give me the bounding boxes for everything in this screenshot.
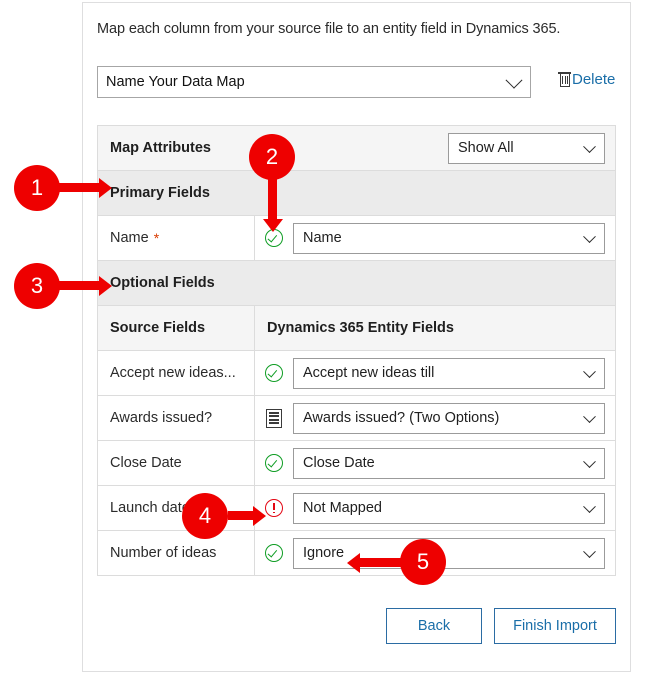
table-row: Close Date Close Date bbox=[98, 441, 615, 486]
data-map-name-row: Name Your Data Map Delete bbox=[97, 66, 619, 98]
callout-2: 2 bbox=[249, 134, 295, 180]
callout-3: 3 bbox=[14, 263, 60, 309]
chevron-down-icon bbox=[583, 455, 596, 469]
chevron-down-icon bbox=[583, 545, 596, 559]
delete-map-link[interactable]: Delete bbox=[558, 71, 615, 88]
chevron-down-icon bbox=[583, 140, 596, 154]
column-header-row: Source Fields Dynamics 365 Entity Fields bbox=[98, 306, 615, 351]
mapping-cell: Not Mapped bbox=[293, 492, 615, 524]
source-field-label: Close Date bbox=[98, 441, 255, 485]
field-mapping-table: Map Attributes Show All Primary Fields N… bbox=[97, 125, 616, 576]
chevron-down-icon bbox=[583, 230, 596, 244]
option-set-list-icon bbox=[266, 408, 282, 428]
entity-field-dropdown[interactable]: Name bbox=[293, 222, 605, 254]
entity-field-value: Accept new ideas till bbox=[303, 365, 435, 381]
entity-field-dropdown[interactable]: Accept new ideas till bbox=[293, 357, 605, 389]
mapping-cell: Name bbox=[293, 222, 615, 254]
entity-field-value: Not Mapped bbox=[303, 500, 382, 516]
status-ok-icon bbox=[265, 544, 283, 562]
dialog-footer: Back Finish Import bbox=[83, 608, 632, 644]
finish-import-button[interactable]: Finish Import bbox=[494, 608, 616, 644]
table-row: Launch date Not Mapped bbox=[98, 486, 615, 531]
show-all-value: Show All bbox=[458, 140, 514, 156]
entity-field-dropdown[interactable]: Close Date bbox=[293, 447, 605, 479]
status-cell bbox=[255, 364, 293, 382]
table-row: Accept new ideas... Accept new ideas til… bbox=[98, 351, 615, 396]
column-header-target: Dynamics 365 Entity Fields bbox=[267, 320, 454, 336]
section-primary-fields: Primary Fields bbox=[98, 171, 615, 216]
entity-field-value: Close Date bbox=[303, 455, 375, 471]
table-row: Name * Name bbox=[98, 216, 615, 261]
source-field-name: Name * bbox=[98, 216, 255, 260]
table-row: Awards issued? Awards issued? (Two Optio… bbox=[98, 396, 615, 441]
chevron-down-icon bbox=[583, 365, 596, 379]
source-field-label: Accept new ideas... bbox=[98, 351, 255, 395]
column-header-source: Source Fields bbox=[98, 306, 255, 350]
source-field-label: Awards issued? bbox=[98, 396, 255, 440]
entity-field-dropdown[interactable]: Ignore bbox=[293, 537, 605, 569]
status-error-icon bbox=[265, 499, 283, 517]
entity-field-dropdown[interactable]: Awards issued? (Two Options) bbox=[293, 402, 605, 434]
callout-5-arrow bbox=[347, 552, 406, 573]
status-ok-icon bbox=[265, 364, 283, 382]
entity-field-value: Ignore bbox=[303, 545, 345, 561]
mapping-cell: Close Date bbox=[293, 447, 615, 479]
chevron-down-icon bbox=[583, 410, 596, 424]
entity-field-value: Name bbox=[303, 230, 342, 246]
chevron-down-icon bbox=[583, 500, 596, 514]
back-button[interactable]: Back bbox=[386, 608, 482, 644]
status-cell bbox=[255, 454, 293, 472]
data-map-name-value: Name Your Data Map bbox=[106, 74, 245, 90]
required-marker: * bbox=[153, 230, 160, 246]
source-field-label: Name bbox=[110, 230, 149, 246]
status-ok-icon bbox=[265, 454, 283, 472]
mapping-cell: Ignore bbox=[293, 537, 615, 569]
intro-instruction: Map each column from your source file to… bbox=[97, 21, 561, 37]
section-optional-fields: Optional Fields bbox=[98, 261, 615, 306]
chevron-down-icon bbox=[505, 71, 523, 89]
entity-field-dropdown[interactable]: Not Mapped bbox=[293, 492, 605, 524]
section-optional-label: Optional Fields bbox=[110, 275, 215, 291]
data-map-name-dropdown[interactable]: Name Your Data Map bbox=[97, 66, 531, 98]
trash-icon bbox=[558, 71, 571, 88]
delete-label: Delete bbox=[572, 71, 616, 88]
entity-field-value: Awards issued? (Two Options) bbox=[303, 410, 500, 426]
source-field-label: Launch date bbox=[98, 486, 255, 530]
status-cell bbox=[255, 408, 293, 428]
callout-1: 1 bbox=[14, 165, 60, 211]
mapping-cell: Accept new ideas till bbox=[293, 357, 615, 389]
callout-4: 4 bbox=[182, 493, 228, 539]
callout-5: 5 bbox=[400, 539, 446, 585]
callout-4-arrow bbox=[228, 505, 266, 526]
source-field-label: Number of ideas bbox=[98, 531, 255, 575]
mapping-cell: Awards issued? (Two Options) bbox=[293, 402, 615, 434]
map-attributes-header-row: Map Attributes Show All bbox=[98, 126, 615, 171]
show-all-filter-dropdown[interactable]: Show All bbox=[448, 132, 605, 164]
section-primary-label: Primary Fields bbox=[110, 185, 210, 201]
status-cell bbox=[255, 544, 293, 562]
